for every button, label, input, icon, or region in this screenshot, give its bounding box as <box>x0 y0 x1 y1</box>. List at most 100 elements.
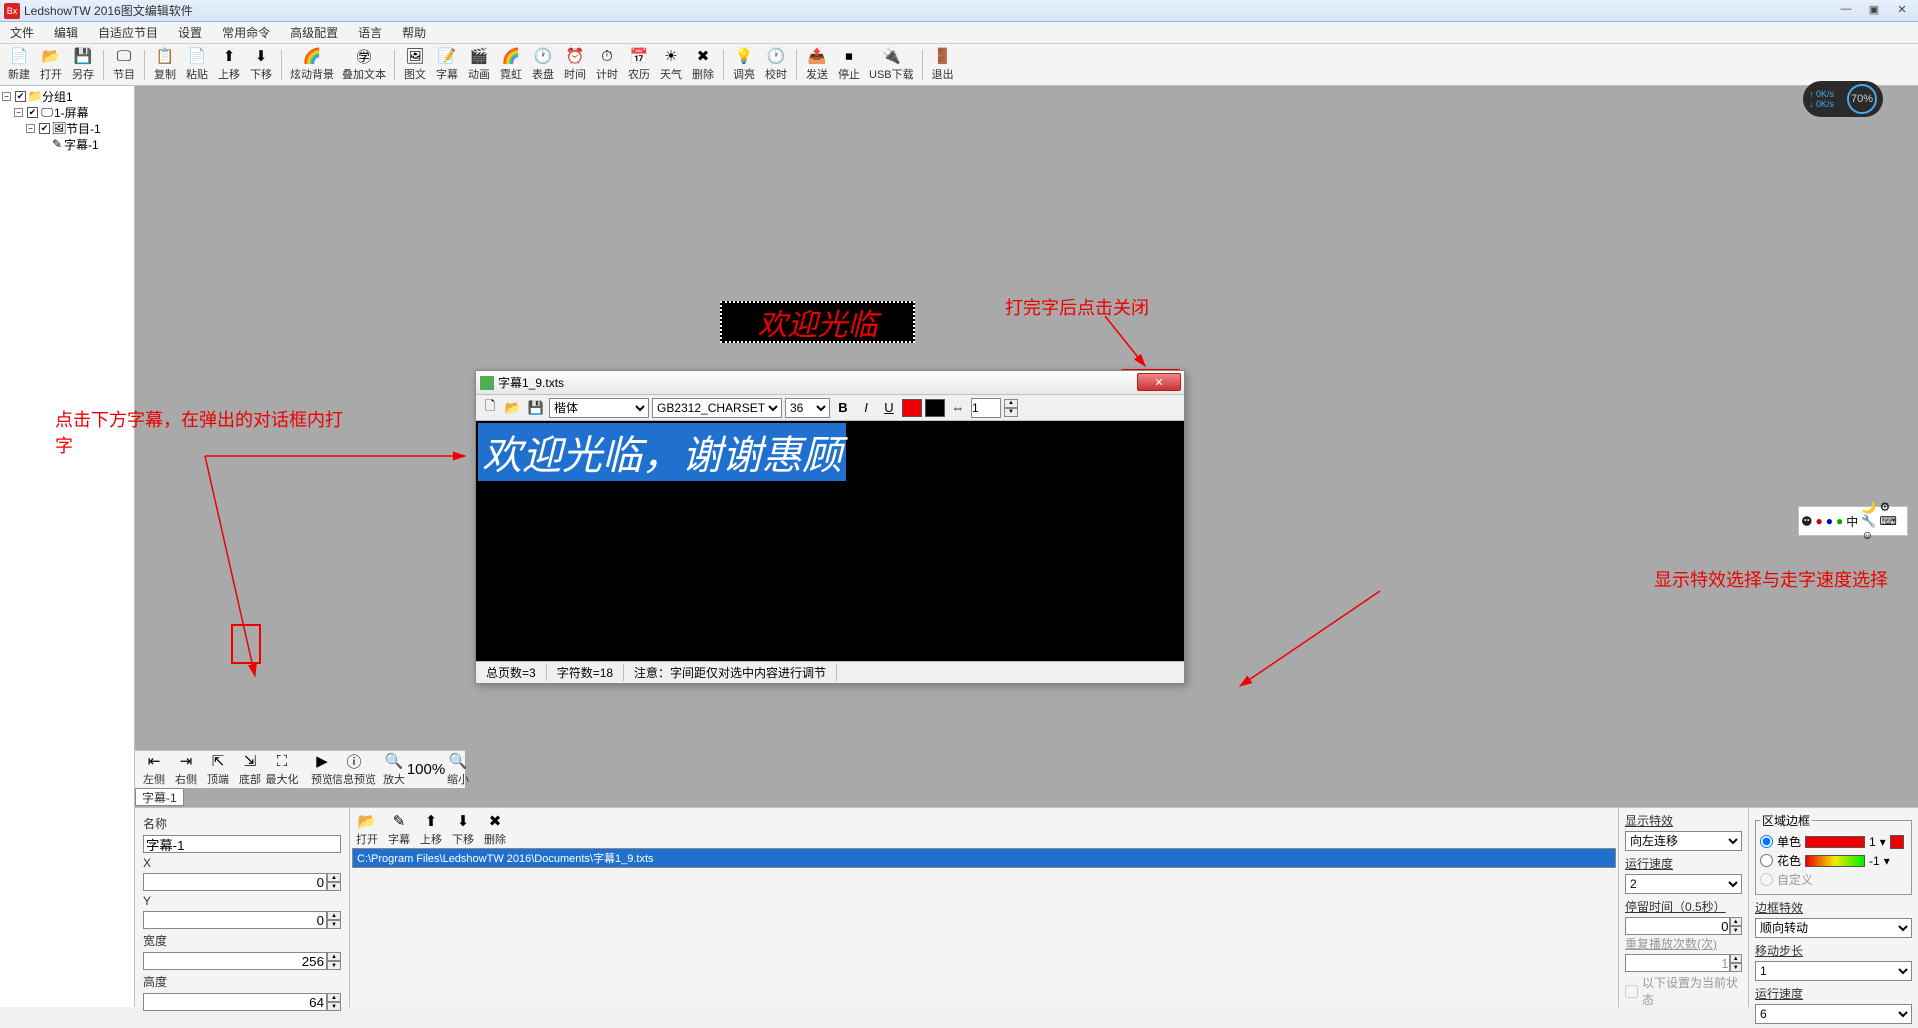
tool-节目[interactable]: 🖵节目 <box>109 46 139 84</box>
tool-炫动背景[interactable]: 🌈炫动背景 <box>287 46 337 84</box>
view-缩小[interactable]: 🔍缩小 <box>443 751 473 789</box>
maximize-button[interactable]: ▣ <box>1860 0 1888 18</box>
tool-粘贴[interactable]: 📄粘贴 <box>182 46 212 84</box>
file-删除[interactable]: ✖删除 <box>480 810 510 848</box>
spacing-icon[interactable]: ⇔ <box>948 398 968 418</box>
border-step-select[interactable]: 1 <box>1755 961 1912 981</box>
dialog-close-button[interactable]: ✕ <box>1137 373 1181 391</box>
stay-time-input[interactable] <box>1625 917 1730 935</box>
close-button[interactable]: ✕ <box>1888 0 1916 18</box>
ime-widget[interactable]: ●●● 中 🌙 ⚙ 🔧 ⌨ ☺ <box>1798 506 1908 536</box>
underline-button[interactable]: U <box>879 398 899 418</box>
flower-radio[interactable] <box>1760 854 1773 867</box>
spacing-input[interactable] <box>971 398 1001 418</box>
tool-天气[interactable]: ☀天气 <box>656 46 686 84</box>
tree-program[interactable]: −✔🖼 节目-1 <box>2 120 132 136</box>
italic-button[interactable]: I <box>856 398 876 418</box>
file-下移[interactable]: ⬇下移 <box>448 810 478 848</box>
menu-file[interactable]: 文件 <box>4 22 40 43</box>
tool-复制[interactable]: 📋复制 <box>150 46 180 84</box>
tool-另存[interactable]: 💾另存 <box>68 46 98 84</box>
spacing-spinner[interactable]: ▲▼ <box>1004 399 1018 417</box>
file-上移[interactable]: ⬆上移 <box>416 810 446 848</box>
border-speed-select[interactable]: 6 <box>1755 1004 1912 1024</box>
x-input[interactable] <box>143 873 327 891</box>
editor-area[interactable]: 欢迎光临，谢谢惠顾 <box>476 421 1184 661</box>
y-input[interactable] <box>143 911 327 929</box>
view-右侧[interactable]: ⇥右侧 <box>171 751 201 789</box>
view-[interactable]: 100% <box>411 751 441 789</box>
tree-subtitle[interactable]: ✎ 字幕-1 <box>2 136 132 152</box>
name-input[interactable] <box>143 835 341 853</box>
y-spinner[interactable]: ▲▼ <box>327 911 341 929</box>
border-color[interactable] <box>1890 835 1904 849</box>
tool-霓虹[interactable]: 🌈霓虹 <box>496 46 526 84</box>
menu-edit[interactable]: 编辑 <box>48 22 84 43</box>
file-row[interactable]: C:\Program Files\LedshowTW 2016\Document… <box>353 849 1615 867</box>
border-effect-select[interactable]: 顺向转动 <box>1755 918 1912 938</box>
network-widget[interactable]: ↑ 0K/s ↓ 0K/s 70% <box>1803 81 1883 117</box>
tool-打开[interactable]: 📂打开 <box>36 46 66 84</box>
strip-2[interactable] <box>1805 855 1865 867</box>
bg-color[interactable] <box>925 399 945 417</box>
tool-表盘[interactable]: 🕐表盘 <box>528 46 558 84</box>
run-speed-select[interactable]: 2 <box>1625 874 1742 894</box>
file-字幕[interactable]: ✎字幕 <box>384 810 414 848</box>
view-信息预览[interactable]: ⓘ信息预览 <box>339 751 369 789</box>
menu-help[interactable]: 帮助 <box>396 22 432 43</box>
tool-农历[interactable]: 📅农历 <box>624 46 654 84</box>
h-input[interactable] <box>143 993 327 1011</box>
file-list[interactable]: C:\Program Files\LedshowTW 2016\Document… <box>352 848 1616 868</box>
dialog-titlebar[interactable]: 字幕1_9.txts ✕ <box>476 371 1184 395</box>
tool-发送[interactable]: 📤发送 <box>802 46 832 84</box>
menu-language[interactable]: 语言 <box>352 22 388 43</box>
text-color[interactable] <box>902 399 922 417</box>
tool-下移[interactable]: ⬇下移 <box>246 46 276 84</box>
view-放大[interactable]: 🔍放大 <box>379 751 409 789</box>
size-select[interactable]: 36 <box>785 398 830 418</box>
tool-新建[interactable]: 📄新建 <box>4 46 34 84</box>
tool-叠加文本[interactable]: ㊫叠加文本 <box>339 46 389 84</box>
tool-时间[interactable]: ⏰时间 <box>560 46 590 84</box>
tool-停止[interactable]: ⏹停止 <box>834 46 864 84</box>
tree-group[interactable]: −✔📁 分组1 <box>2 88 132 104</box>
tool-USB下载[interactable]: 🔌USB下载 <box>866 46 917 84</box>
menu-settings[interactable]: 设置 <box>172 22 208 43</box>
font-select[interactable]: 楷体 <box>549 398 649 418</box>
tool-上移[interactable]: ⬆上移 <box>214 46 244 84</box>
tool-校时[interactable]: 🕐校时 <box>761 46 791 84</box>
minimize-button[interactable]: — <box>1832 0 1860 18</box>
tree-screen[interactable]: −✔🖵 1-屏幕 <box>2 104 132 120</box>
tool-计时[interactable]: ⏱计时 <box>592 46 622 84</box>
tool-删除[interactable]: ✖删除 <box>688 46 718 84</box>
h-spinner[interactable]: ▲▼ <box>327 993 341 1011</box>
tool-图文[interactable]: 🖼图文 <box>400 46 430 84</box>
view-顶端[interactable]: ⇱顶端 <box>203 751 233 789</box>
new-icon[interactable]: 🗋 <box>480 398 500 418</box>
menu-autofit[interactable]: 自适应节目 <box>92 22 164 43</box>
tool-字幕[interactable]: 📝字幕 <box>432 46 462 84</box>
strip-1[interactable] <box>1805 836 1865 848</box>
w-spinner[interactable]: ▲▼ <box>327 952 341 970</box>
bold-button[interactable]: B <box>833 398 853 418</box>
tool-动画[interactable]: 🎬动画 <box>464 46 494 84</box>
charset-select[interactable]: GB2312_CHARSET <box>652 398 782 418</box>
led-preview[interactable]: 欢迎光临 <box>720 301 915 343</box>
file-打开[interactable]: 📂打开 <box>352 810 382 848</box>
x-spinner[interactable]: ▲▼ <box>327 873 341 891</box>
tool-退出[interactable]: 🚪退出 <box>928 46 958 84</box>
display-effect-select[interactable]: 向左连移 <box>1625 831 1742 851</box>
menu-advanced[interactable]: 高级配置 <box>284 22 344 43</box>
w-input[interactable] <box>143 952 327 970</box>
view-底部[interactable]: ⇲底部 <box>235 751 265 789</box>
menu-common[interactable]: 常用命令 <box>216 22 276 43</box>
open-icon[interactable]: 📂 <box>503 398 523 418</box>
single-radio[interactable] <box>1760 835 1773 848</box>
tool-label: 停止 <box>838 66 860 82</box>
stay-spinner[interactable]: ▲▼ <box>1730 917 1742 935</box>
view-左侧[interactable]: ⇤左侧 <box>139 751 169 789</box>
tool-调亮[interactable]: 💡调亮 <box>729 46 759 84</box>
view-最大化[interactable]: ⛶最大化 <box>267 751 297 789</box>
view-tab[interactable]: 字幕-1 <box>135 788 184 806</box>
save-icon[interactable]: 💾 <box>526 398 546 418</box>
